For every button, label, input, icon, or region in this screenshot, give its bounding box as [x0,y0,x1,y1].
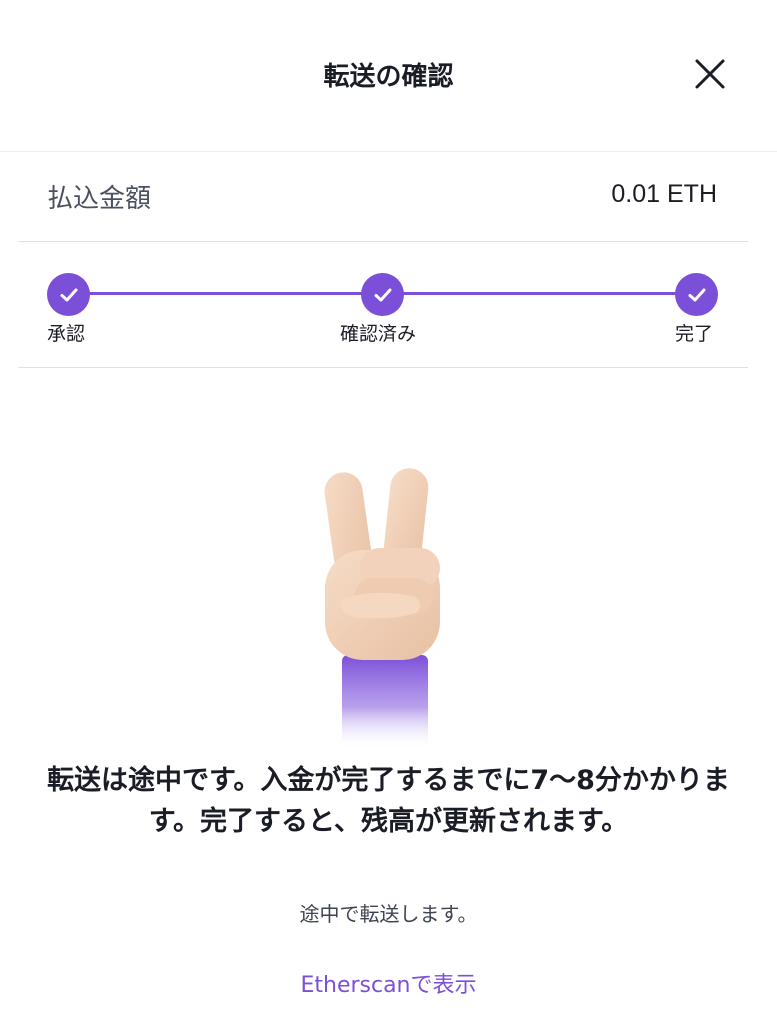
close-button[interactable] [692,56,728,92]
step-label-complete: 完了 [675,323,714,345]
check-icon [374,288,391,301]
step-approve-check [47,273,90,316]
close-icon [695,59,725,89]
divider [18,367,748,368]
victory-hand-icon [300,450,480,750]
check-icon [60,288,77,301]
step-complete-check [675,273,718,316]
status-sub-message: 途中で転送します。 [299,902,478,926]
view-on-etherscan-link[interactable]: Etherscanで表示 [0,967,777,999]
check-icon [688,288,705,301]
transfer-confirmation-modal: 転送の確認 払込金額 0.01 ETH 承認 確認済み 完了 転送は途中です。入… [0,0,777,1024]
step-label-confirmed: 確認済み [340,323,417,345]
amount-label: 払込金額 [47,184,152,214]
step-label-approve: 承認 [47,323,86,345]
modal-title: 転送の確認 [323,62,454,92]
amount-value: 0.01 ETH [611,180,717,208]
status-message: 転送は途中です。入金が完了するまでに7〜8分かかります。完了すると、残高が更新さ… [47,765,730,837]
header-divider [0,151,777,152]
step-confirmed-check [361,273,404,316]
divider [18,241,748,242]
modal-header: 転送の確認 [0,0,777,152]
